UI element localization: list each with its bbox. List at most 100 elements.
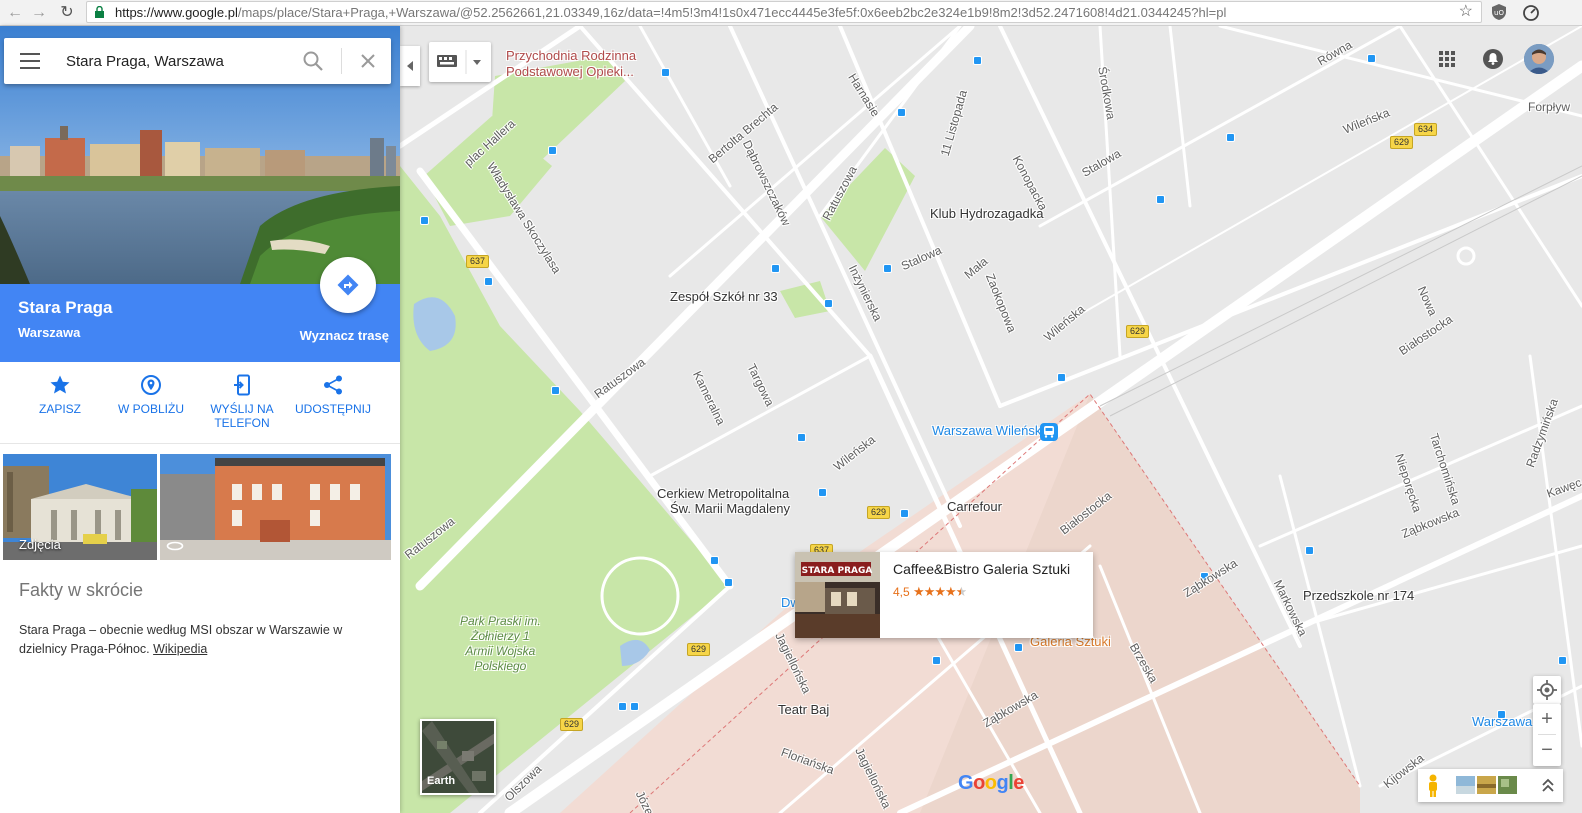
star-icon	[50, 375, 70, 394]
transit-stop-icon[interactable]	[1367, 54, 1376, 63]
transit-stop-icon[interactable]	[1305, 546, 1314, 555]
street-label: Forpływ	[1528, 100, 1571, 114]
imagery-thumbnails[interactable]	[1456, 776, 1518, 794]
park-label[interactable]: Park Praski im. Żołnierzy 1 Armii Wojska…	[460, 614, 541, 674]
directions-label[interactable]: Wyznacz trasę	[300, 328, 389, 343]
transit-stop-icon[interactable]	[1014, 643, 1023, 652]
transit-stop-icon[interactable]	[1226, 133, 1235, 142]
poi-label[interactable]: Cerkiew Metropolitalna	[657, 486, 789, 501]
transit-stop-icon[interactable]	[818, 488, 827, 497]
wikipedia-link[interactable]: Wikipedia	[153, 642, 207, 656]
zoom-out-button[interactable]: −	[1533, 735, 1561, 765]
notifications-bell-icon[interactable]	[1483, 49, 1503, 69]
transit-stop-icon[interactable]	[932, 656, 941, 665]
transit-stop-icon[interactable]	[548, 146, 557, 155]
road-number-badge: 637	[466, 255, 490, 268]
poi-label[interactable]: Św. Marii Magdaleny	[670, 501, 790, 516]
url-text: https://www.google.pl/maps/place/Stara+P…	[115, 5, 1226, 20]
poi-label[interactable]: Przychodnia Rodzinna	[506, 48, 636, 63]
map-canvas[interactable]: 637 634 629 629 629 629 637 629 plac Hal…	[400, 26, 1582, 813]
transit-stop-icon[interactable]	[724, 578, 733, 587]
logo-letter: o	[984, 772, 997, 794]
star-full-icon: ★	[945, 584, 957, 599]
crosshair-icon	[1537, 680, 1557, 700]
back-icon[interactable]: ←	[4, 2, 26, 24]
facts-text: Stara Praga – obecnie według MSI obszar …	[19, 621, 369, 659]
pegman-icon[interactable]	[1426, 774, 1440, 798]
transit-stop-icon[interactable]	[883, 264, 892, 273]
search-divider	[341, 48, 342, 74]
directions-button[interactable]	[320, 257, 376, 313]
transit-stop-icon[interactable]	[1057, 373, 1066, 382]
poi-label[interactable]: Przedszkole nr 174	[1303, 588, 1414, 603]
place-subtitle: Warszawa	[18, 325, 81, 340]
collapse-panel-button[interactable]	[400, 46, 420, 86]
transit-stop-icon[interactable]	[797, 433, 806, 442]
transit-stop-icon[interactable]	[618, 702, 627, 711]
facts-title: Fakty w skrócie	[19, 580, 144, 600]
bookmark-star-icon[interactable]: ☆	[1459, 2, 1473, 22]
forward-icon[interactable]: →	[28, 2, 50, 24]
transit-stop-icon[interactable]	[900, 509, 909, 518]
hamburger-menu-icon[interactable]	[20, 53, 40, 69]
place-thumbnail[interactable]: STARA PRAGA	[795, 552, 880, 638]
transit-stop-icon[interactable]	[484, 277, 493, 286]
transit-stop-icon[interactable]	[1558, 656, 1567, 665]
place-panel: Stara Praga Warszawa Wyznacz trasę ZAPIS…	[0, 26, 400, 813]
reload-icon[interactable]: ↻	[56, 2, 78, 24]
transit-stop-icon[interactable]	[824, 299, 833, 308]
url-host: https://www.google.pl	[115, 5, 238, 20]
nearby-button[interactable]: W POBLIŻU	[106, 374, 196, 416]
road-number-badge: 629	[687, 643, 711, 656]
poi-label[interactable]: Warszawa Wileńska	[932, 423, 1049, 438]
360-view-icon	[166, 541, 184, 551]
train-station-icon[interactable]	[1040, 423, 1058, 441]
close-icon[interactable]	[358, 51, 378, 71]
zoom-control: + −	[1533, 704, 1561, 766]
transit-stop-icon[interactable]	[1156, 195, 1165, 204]
search-input[interactable]	[66, 50, 286, 72]
earth-view-toggle[interactable]: Earth	[420, 719, 496, 795]
share-label: UDOSTĘPNIJ	[294, 402, 371, 416]
street-view-thumbnail[interactable]	[160, 454, 391, 560]
input-tools-button[interactable]	[429, 42, 491, 82]
transit-stop-icon[interactable]	[710, 556, 719, 565]
star-full-icon: ★	[913, 584, 925, 599]
url-path: /maps/place/Stara+Praga,+Warszawa/@52.25…	[237, 5, 1227, 20]
transit-stop-icon[interactable]	[551, 386, 560, 395]
speedometer-icon[interactable]	[1522, 3, 1540, 21]
address-bar[interactable]: https://www.google.pl/maps/place/Stara+P…	[86, 1, 1482, 23]
transit-stop-icon[interactable]	[630, 702, 639, 711]
place-info-card[interactable]: STARA PRAGA Caffee&Bistro Galeria Sztuki…	[795, 552, 1093, 638]
transit-stop-icon[interactable]	[973, 56, 982, 65]
logo-letter: o	[973, 772, 985, 794]
poi-label[interactable]: Podstawowej Opieki...	[506, 64, 634, 79]
share-button[interactable]: UDOSTĘPNIJ	[288, 374, 378, 416]
account-avatar[interactable]	[1524, 44, 1554, 74]
send-to-phone-button[interactable]: WYŚLIJ NA TELEFON	[197, 374, 287, 430]
transit-stop-icon[interactable]	[420, 216, 429, 225]
imagery-strip	[1418, 769, 1563, 802]
photos-thumbnail[interactable]: Zdjęcia	[3, 454, 157, 560]
card-title[interactable]: Caffee&Bistro Galeria Sztuki	[893, 561, 1070, 577]
logo-letter: g	[996, 772, 1009, 794]
save-button[interactable]: ZAPISZ	[15, 374, 105, 416]
poi-label[interactable]: Teatr Baj	[778, 702, 829, 717]
place-title: Stara Praga	[18, 298, 113, 317]
expand-up-icon[interactable]	[1541, 777, 1555, 793]
save-label: ZAPISZ	[38, 402, 81, 416]
transit-stop-icon[interactable]	[771, 264, 780, 273]
poi-label[interactable]: Zespół Szkół nr 33	[670, 289, 778, 304]
star-half-icon: ★	[955, 584, 968, 599]
zoom-in-button[interactable]: +	[1533, 704, 1561, 734]
poi-label[interactable]: Carrefour	[947, 499, 1002, 514]
transit-stop-icon[interactable]	[897, 108, 906, 117]
logo-letter: G	[958, 772, 974, 794]
apps-grid-icon[interactable]	[1439, 51, 1455, 67]
keyboard-icon	[437, 50, 481, 74]
my-location-button[interactable]	[1533, 676, 1561, 704]
poi-label[interactable]: Klub Hydrozagadka	[930, 206, 1043, 221]
search-icon[interactable]	[302, 50, 324, 72]
transit-stop-icon[interactable]	[661, 68, 670, 77]
extension-shield-icon[interactable]: uO	[1490, 3, 1508, 21]
